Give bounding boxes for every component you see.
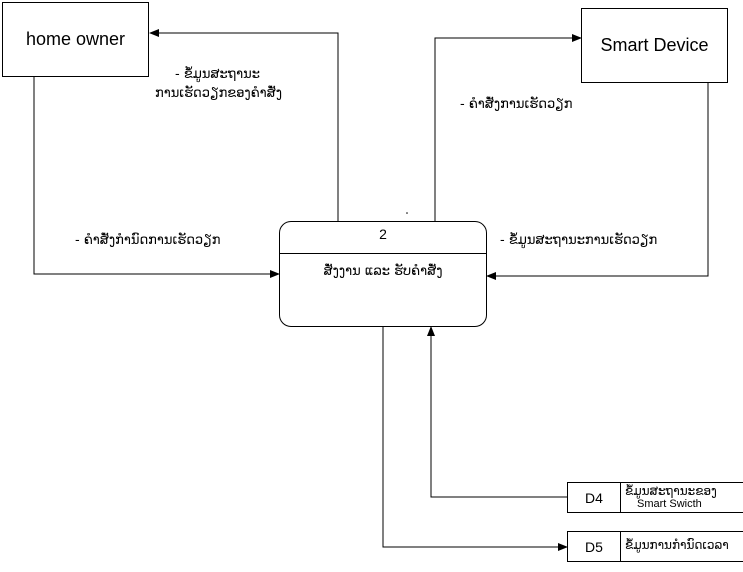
data-store-d4-id: D4 bbox=[568, 483, 621, 512]
data-store-d5: D5 ຂໍ້ມູນການກຳນົດເວລາ bbox=[567, 531, 743, 562]
data-flow-diagram: home owner Smart Device 2 ສັ່ງງານ ແລະ ຮັ… bbox=[0, 0, 743, 572]
flow-label-process-to-homeowner-line2: ການເຮັດວຽກຂອງຄຳສັ່ງ bbox=[155, 86, 283, 101]
flow-label-process-to-homeowner-line1: - ຂໍ້ມູນສະຖານະ bbox=[175, 67, 260, 82]
flow-label-process-to-device: - ຄຳສັ່ງການເຮັດວຽກ bbox=[460, 97, 573, 112]
entity-smart-device-label: Smart Device bbox=[600, 35, 709, 55]
process-name: ສັ່ງງານ ແລະ ຮັບຄຳສັ່ງ bbox=[323, 264, 443, 279]
data-store-d5-name: ຂໍ້ມູນການກຳນົດເວລາ bbox=[625, 538, 729, 552]
process-id: 2 bbox=[379, 226, 387, 242]
flow-arrow-d4-to-process bbox=[427, 326, 567, 498]
data-store-d4: D4 ຂໍ້ມູນສະຖານະຂອງ Smart Swicth bbox=[567, 482, 743, 513]
process-2: 2 ສັ່ງງານ ແລະ ຮັບຄຳສັ່ງ bbox=[279, 221, 487, 327]
flow-arrow-process-to-device bbox=[434, 34, 582, 221]
flow-label-homeowner-to-process: - ຄຳສັ່ງກຳນົດການເຮັດວຽກ bbox=[75, 233, 221, 248]
flow-arrow-process-to-homeowner bbox=[149, 29, 339, 221]
flow-arrow-process-to-d5 bbox=[382, 327, 568, 551]
data-store-d4-name-line1: ຂໍ້ມູນສະຖານະຂອງ bbox=[625, 484, 717, 498]
entity-home-owner-label: home owner bbox=[25, 29, 126, 49]
entity-home-owner: home owner bbox=[2, 2, 149, 77]
data-store-d4-name-line2: Smart Swicth bbox=[637, 498, 702, 510]
data-store-d4-name: ຂໍ້ມູນສະຖານະຂອງ Smart Swicth bbox=[625, 485, 717, 511]
data-store-d5-id: D5 bbox=[568, 532, 621, 561]
stray-dot bbox=[406, 212, 408, 214]
process-divider bbox=[280, 253, 486, 254]
entity-smart-device: Smart Device bbox=[581, 8, 728, 83]
flow-label-device-to-process: - ຂໍ້ມູນສະຖານະການເຮັດວຽກ bbox=[500, 233, 658, 248]
